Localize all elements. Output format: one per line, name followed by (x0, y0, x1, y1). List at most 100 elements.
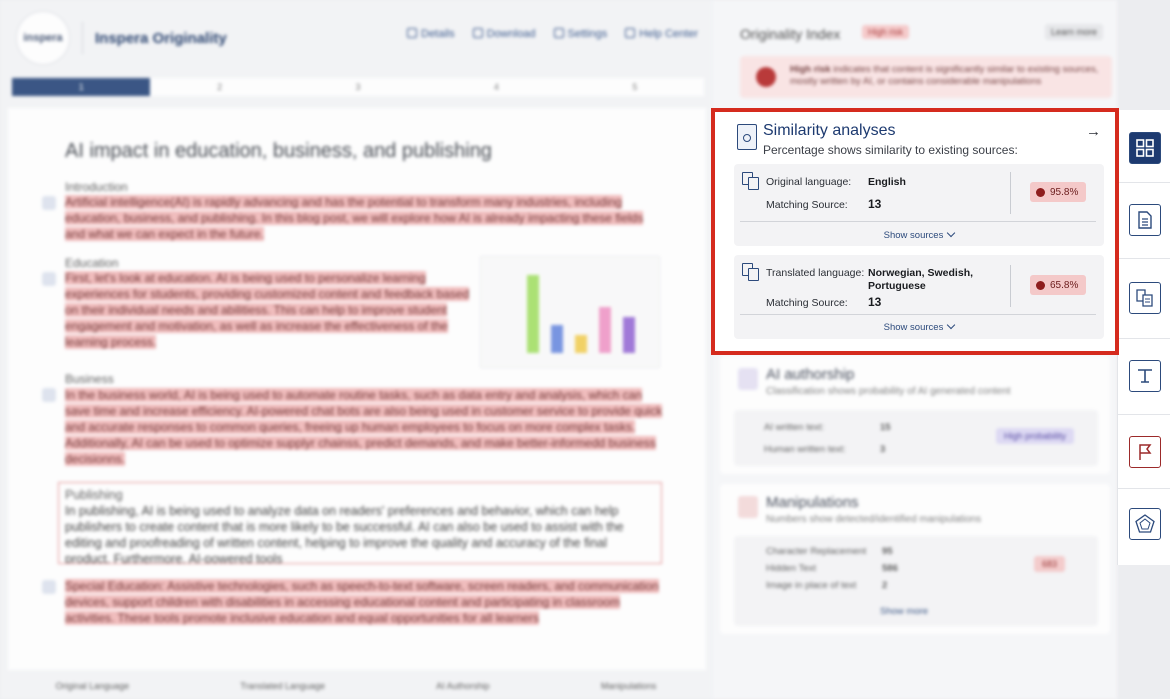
chevron-down-icon (947, 320, 956, 330)
overview-grid-button[interactable] (1129, 132, 1161, 164)
learn-more-button[interactable]: Learn more (1044, 24, 1103, 40)
ai-authorship-title: AI authorship (766, 366, 855, 383)
section-heading: Publishing (65, 488, 123, 502)
show-sources-button[interactable]: Show sources (734, 228, 1104, 241)
translated-language-box: Translated language: Norwegian, Swedish,… (734, 255, 1104, 339)
similarity-percent-badge: 95.8% (1030, 182, 1087, 202)
manipulations-card[interactable]: Manipulations Numbers show detected/iden… (720, 484, 1110, 634)
flag-icon (738, 496, 758, 518)
page-tab[interactable]: 3 (289, 78, 427, 96)
highlighted-paragraph[interactable]: In the business world, AI is being used … (65, 387, 669, 467)
ai-stats: AI written text: 15 Human written text: … (734, 410, 1098, 466)
similarity-title: Similarity analyses (763, 122, 896, 139)
view-switcher-rail (1117, 110, 1170, 565)
highlighted-paragraph[interactable]: Special Education: Assistive technologie… (65, 578, 669, 626)
source-marker-icon[interactable] (42, 388, 56, 402)
gear-icon (553, 28, 564, 38)
ai-authorship-button[interactable] (1129, 360, 1161, 392)
section-heading: Education (65, 256, 119, 270)
app-title: Inspera Originality (95, 29, 227, 47)
risk-description: High risk indicates that content is sign… (790, 64, 1099, 87)
radar-overview-button[interactable] (1129, 508, 1161, 540)
risk-badge: High risk (862, 25, 910, 39)
manipulations-button[interactable] (1129, 436, 1161, 468)
section-heading: Introduction (65, 180, 128, 194)
chevron-down-icon (947, 228, 956, 238)
inspera-logo: inspera (16, 11, 70, 65)
document-icon (1138, 211, 1152, 229)
original-language-box: Original language: English Matching Sour… (734, 164, 1104, 246)
translated-language-label: Translated language: (766, 267, 865, 279)
ai-icon (738, 368, 758, 390)
download-icon (472, 28, 483, 38)
probability-badge: High probability (996, 428, 1075, 444)
similarity-subtitle: Percentage shows similarity to existing … (763, 143, 1018, 157)
top-actions: Details Download Settings Help Center (407, 28, 698, 40)
original-language-icon (742, 172, 760, 190)
manipulations-title: Manipulations (766, 494, 859, 511)
similarity-search-icon (737, 124, 757, 150)
divider (1010, 172, 1011, 214)
manipulations-subtitle: Numbers show detected/identified manipul… (766, 514, 982, 525)
top-bar: inspera Inspera Originality Details Down… (0, 0, 712, 76)
risk-dot-icon (1036, 187, 1045, 197)
text-type-icon (1138, 369, 1152, 383)
page-tab[interactable]: 1 (12, 78, 151, 96)
section-heading: Business (65, 372, 114, 386)
matching-source-value: 13 (868, 295, 882, 309)
flag-icon (1139, 444, 1152, 460)
alert-icon (756, 67, 776, 87)
page-tab[interactable]: 4 (427, 78, 565, 96)
details-link[interactable]: Details (407, 28, 455, 40)
radar-chart-icon (1135, 514, 1155, 533)
legend-bar: Original Language Translated Language AI… (0, 672, 712, 699)
divider (740, 221, 1096, 222)
divider (740, 314, 1096, 315)
original-language-label: Original language: (766, 176, 852, 188)
show-more-link[interactable]: Show more (880, 606, 928, 617)
page-navigator: 1 2 3 4 5 (12, 78, 704, 96)
publishing-section[interactable]: Publishing In publishing, AI is being us… (58, 482, 662, 564)
similarity-percent-badge: 65.8% (1030, 275, 1087, 295)
source-marker-icon[interactable] (42, 196, 56, 210)
originality-index-title: Originality Index (740, 26, 841, 42)
risk-dot-icon (1036, 280, 1045, 290)
legend-manipulations[interactable]: Manipulations (601, 681, 657, 691)
grid-icon (1136, 139, 1154, 157)
paragraph: In publishing, AI is being used to analy… (65, 504, 624, 564)
legend-original-language[interactable]: Original Language (56, 681, 130, 691)
matching-source-value: 13 (868, 197, 882, 211)
legend-translated-language[interactable]: Translated Language (240, 681, 325, 691)
ai-authorship-card[interactable]: AI authorship Classification shows proba… (720, 356, 1110, 474)
original-language-value: English (868, 176, 906, 188)
manipulation-count-badge: 683 (1034, 556, 1066, 572)
highlighted-paragraph[interactable]: First, let's look at education. AI is be… (65, 270, 473, 350)
legend-ai-authorship[interactable]: AI Authorship (436, 681, 490, 691)
page-tab[interactable]: 5 (566, 78, 704, 96)
similarity-analyses-highlight: Similarity analyses Percentage shows sim… (711, 108, 1119, 355)
manipulation-stats: Character Replacement 95 Hidden Text 586… (734, 536, 1098, 626)
source-marker-icon[interactable] (42, 580, 56, 594)
highlighted-paragraph[interactable]: Artificial intelligence(AI) is rapidly a… (65, 194, 665, 242)
divider (1010, 265, 1011, 307)
arrow-right-icon[interactable]: → (1086, 123, 1101, 140)
embedded-chart-image (480, 256, 660, 368)
matching-source-label: Matching Source: (766, 297, 848, 309)
similarity-analyses-card[interactable]: Similarity analyses Percentage shows sim… (731, 120, 1105, 348)
translated-language-icon (742, 263, 760, 281)
document-body: AI impact in education, business, and pu… (8, 108, 706, 670)
download-link[interactable]: Download (472, 28, 536, 40)
document-pane: inspera Inspera Originality Details Down… (0, 0, 712, 699)
page-tab[interactable]: 2 (150, 78, 288, 96)
document-icon (407, 28, 417, 38)
source-marker-icon[interactable] (42, 272, 56, 286)
settings-link[interactable]: Settings (553, 28, 607, 40)
brand-divider (82, 22, 83, 54)
matching-source-label: Matching Source: (766, 199, 848, 211)
original-language-button[interactable] (1129, 204, 1161, 236)
show-sources-button[interactable]: Show sources (734, 320, 1104, 333)
translate-documents-icon (1136, 289, 1153, 307)
translated-language-button[interactable] (1129, 282, 1161, 314)
help-center-link[interactable]: Help Center (625, 28, 698, 40)
help-icon (625, 28, 636, 38)
